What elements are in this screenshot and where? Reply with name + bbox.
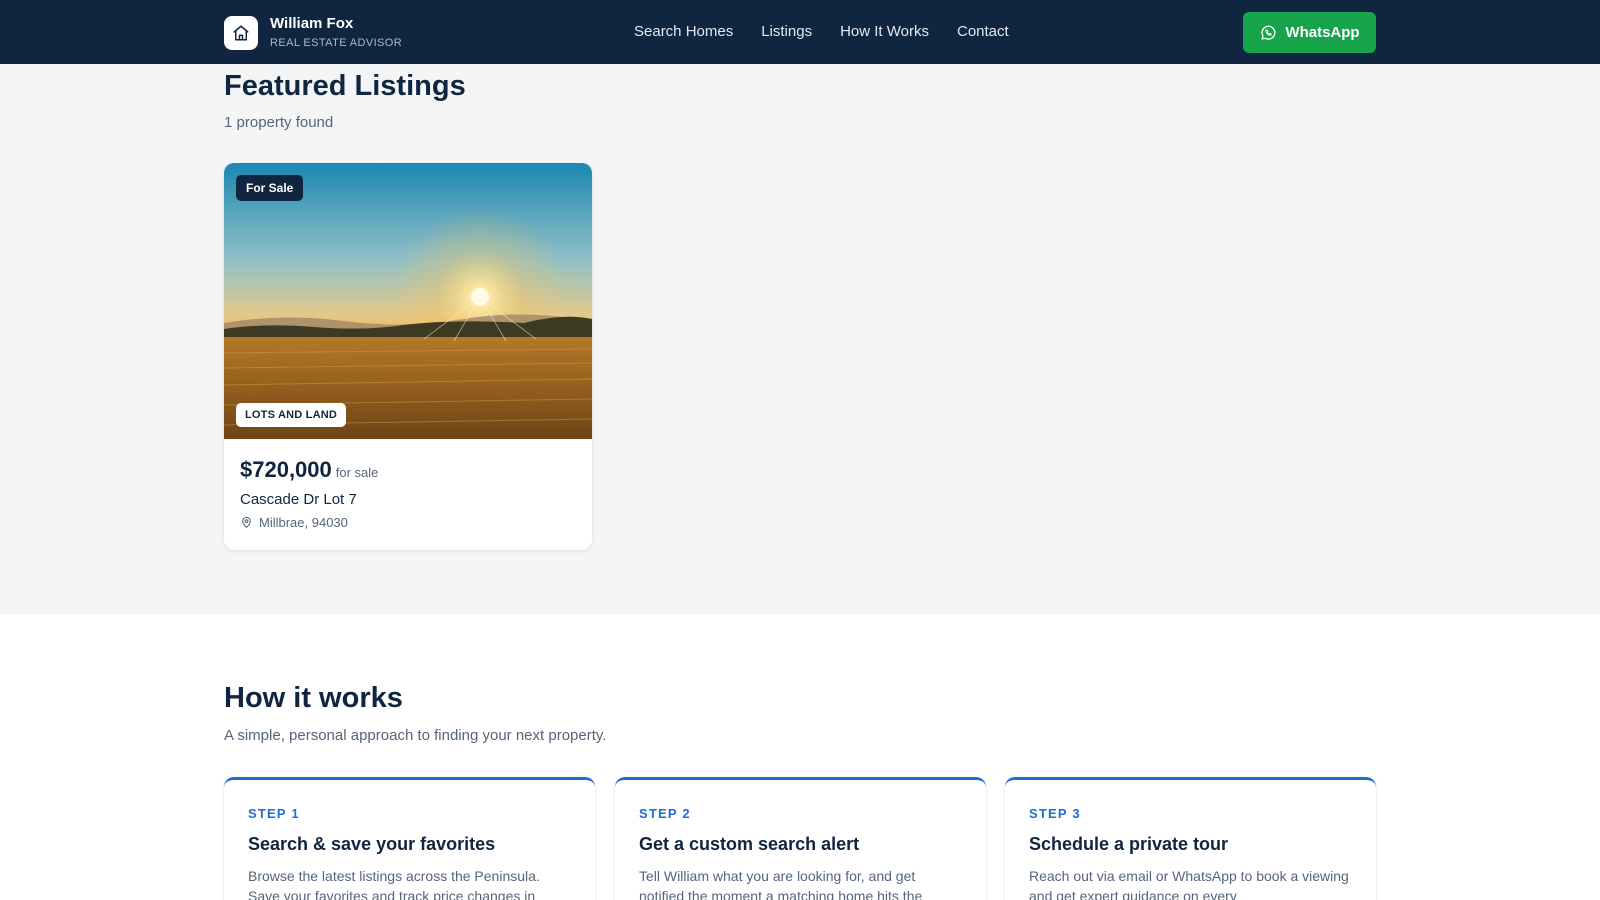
whatsapp-icon: [1261, 25, 1276, 40]
house-icon: [224, 15, 258, 50]
nav-search-homes[interactable]: Search Homes: [634, 22, 733, 42]
step-title: Schedule a private tour: [1029, 834, 1229, 854]
listing-price: $720,000: [240, 457, 332, 482]
whatsapp-label: WhatsApp: [1285, 24, 1360, 41]
brand-name: William Fox: [270, 15, 354, 32]
listing-photo: For Sale LOTS AND LAND: [224, 163, 592, 439]
main-nav: Search Homes Listings How It Works Conta…: [634, 22, 1037, 42]
step-title: Search & save your favorites: [248, 834, 496, 854]
how-it-works-section: How it works A simple, personal approach…: [0, 614, 1600, 900]
property-type-badge: LOTS AND LAND: [236, 403, 347, 427]
step-description: Reach out via email or WhatsApp to book …: [1029, 868, 1349, 900]
brand[interactable]: William Fox REAL ESTATE ADVISOR: [224, 15, 402, 50]
nav-listings[interactable]: Listings: [761, 22, 812, 42]
listing-location: Millbrae, 94030: [259, 515, 348, 530]
listing-price-suffix: for sale: [335, 465, 379, 480]
top-navbar: William Fox REAL ESTATE ADVISOR Search H…: [0, 0, 1600, 64]
featured-title: Featured Listings: [224, 70, 466, 102]
listing-card[interactable]: For Sale LOTS AND LAND $720,000 for sale…: [224, 163, 592, 550]
step-label: STEP 2: [639, 806, 691, 821]
listing-address: Cascade Dr Lot 7: [240, 491, 357, 508]
step-card-3: STEP 3 Schedule a private tour Reach out…: [1005, 777, 1376, 900]
how-it-works-subtitle: A simple, personal approach to finding y…: [224, 727, 607, 744]
step-label: STEP 3: [1029, 806, 1081, 821]
step-card-2: STEP 2 Get a custom search alert Tell Wi…: [615, 777, 986, 900]
step-title: Get a custom search alert: [639, 834, 860, 854]
brand-subtitle: REAL ESTATE ADVISOR: [270, 37, 403, 49]
status-badge: For Sale: [236, 175, 304, 201]
nav-how-it-works[interactable]: How It Works: [840, 22, 929, 42]
map-pin-icon: [242, 516, 251, 528]
whatsapp-button[interactable]: WhatsApp: [1243, 12, 1376, 53]
step-label: STEP 1: [248, 806, 300, 821]
step-description: Tell William what you are looking for, a…: [639, 868, 923, 900]
property-count: 1 property found: [224, 114, 334, 131]
featured-listings-section: Featured Listings 1 property found For S…: [0, 64, 1600, 614]
step-card-1: STEP 1 Search & save your favorites Brow…: [224, 777, 595, 900]
how-it-works-title: How it works: [224, 682, 403, 714]
step-description: Browse the latest listings across the Pe…: [248, 868, 540, 900]
nav-contact[interactable]: Contact: [957, 22, 1009, 42]
